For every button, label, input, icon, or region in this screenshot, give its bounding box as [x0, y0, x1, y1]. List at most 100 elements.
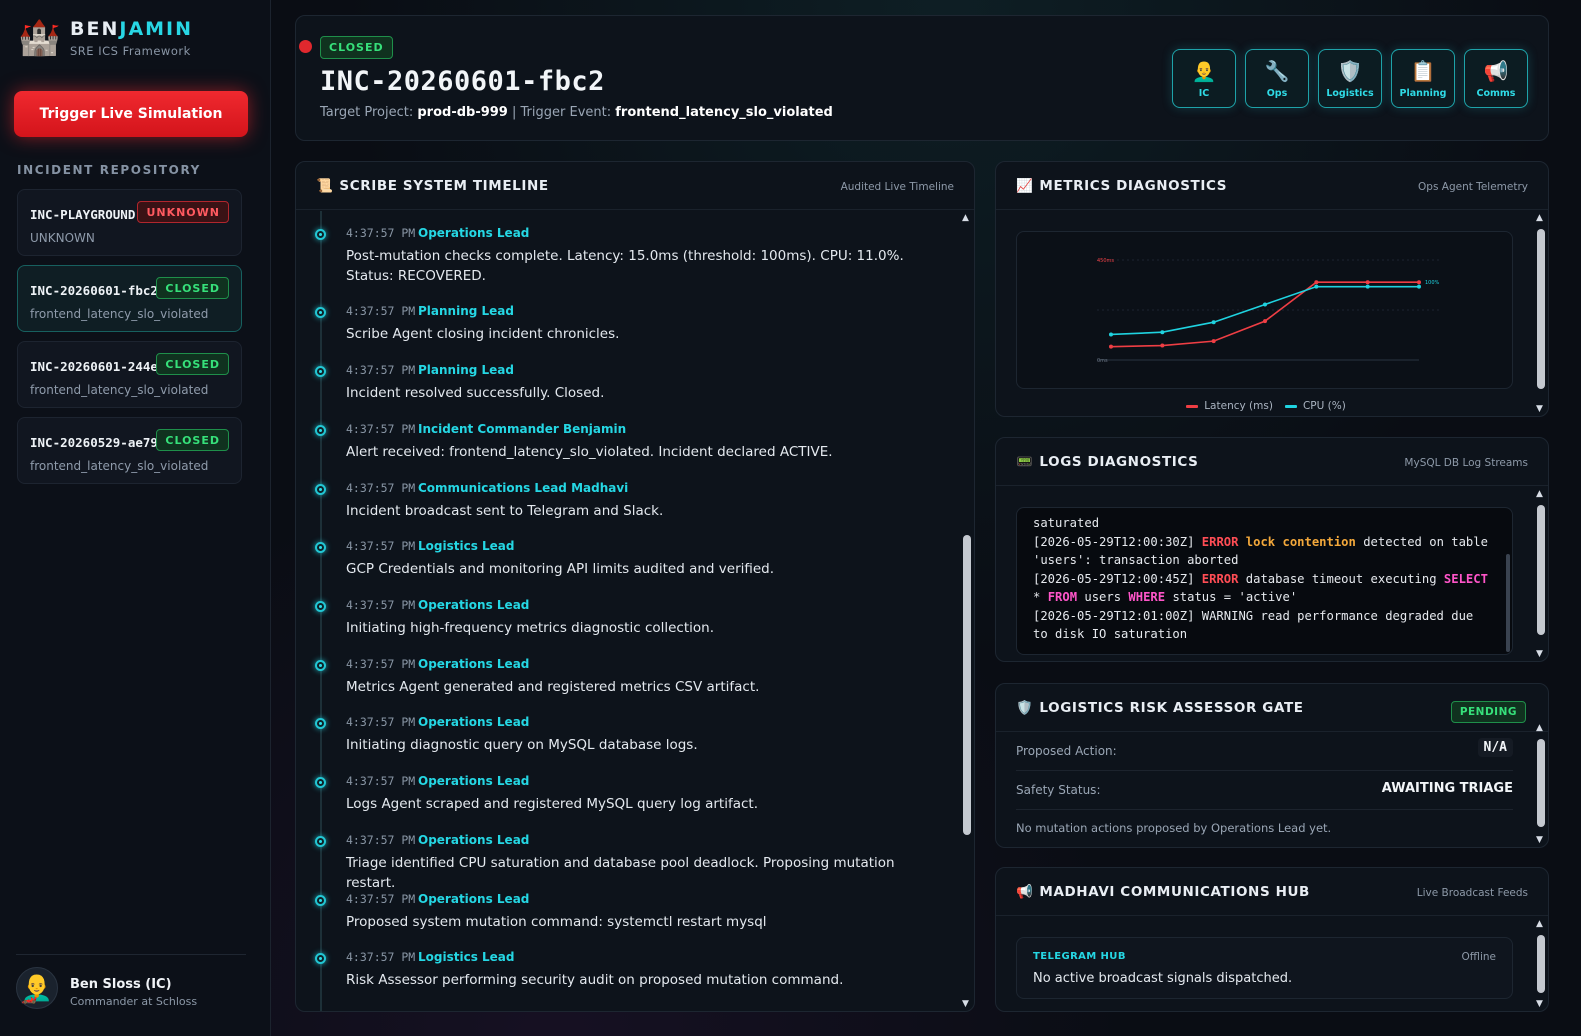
timeline-dot — [315, 777, 326, 788]
user-name: Ben Sloss (IC) — [70, 977, 172, 992]
metrics-panel: 📈 METRICS DIAGNOSTICS Ops Agent Telemetry… — [995, 161, 1549, 417]
proposed-action-value: N/A — [1477, 738, 1513, 757]
comms-scrollbar[interactable]: ▲ ▼ — [1534, 917, 1548, 1011]
scrollbar-thumb[interactable] — [963, 535, 971, 835]
log-stream: saturated [2026-05-29T12:00:30Z] ERROR lo… — [1016, 507, 1513, 655]
entry-actor: Operations Lead — [418, 892, 530, 906]
scroll-down-icon[interactable]: ▼ — [1536, 404, 1543, 414]
safety-status-value: AWAITING TRIAGE — [1381, 781, 1513, 796]
entry-time: 4:37:57 PM — [346, 657, 416, 671]
metrics-scrollbar[interactable]: ▲ ▼ — [1534, 211, 1548, 416]
role-button-ops[interactable]: 🔧 Ops — [1245, 49, 1309, 108]
series-line-1 — [1110, 285, 1419, 336]
entry-time: 4:37:57 PM — [346, 481, 416, 495]
person-icon: 👨‍🦲 — [1191, 58, 1217, 83]
status-badge: CLOSED — [156, 353, 229, 375]
entry-time: 4:37:57 PM — [346, 774, 416, 788]
incident-id: INC-20260601-fbc2 — [30, 283, 158, 298]
data-point — [1263, 319, 1267, 324]
scroll-down-icon[interactable]: ▼ — [962, 999, 969, 1009]
log-line: [2026-05-29T12:00:30Z] ERROR lock conten… — [1033, 534, 1488, 568]
scroll-down-icon[interactable]: ▼ — [1536, 835, 1543, 845]
legend-latency[interactable]: Latency (ms) — [1186, 400, 1273, 412]
scroll-up-icon[interactable]: ▲ — [1536, 919, 1543, 929]
log-scrollbar-thumb[interactable] — [1506, 554, 1510, 652]
timeline-dot — [315, 718, 326, 729]
y-tick-label: 450ms — [1097, 258, 1114, 264]
timeline-dot — [315, 601, 326, 612]
risk-scrollbar[interactable]: ▲ ▼ — [1534, 721, 1548, 847]
wrench-icon: 🔧 — [1264, 58, 1290, 83]
incident-card[interactable]: INC-20260601-244e CLOSED frontend_latenc… — [17, 341, 242, 408]
risk-title: 🛡️ LOGISTICS RISK ASSESSOR GATE — [1016, 700, 1304, 716]
sidebar: 🏰 BENJAMIN SRE ICS Framework Trigger Liv… — [0, 0, 271, 1036]
avatar: 👨‍🦲 🏎️ — [16, 967, 58, 1009]
status-dot — [299, 40, 312, 53]
timeline-dot — [315, 953, 326, 964]
entry-time: 4:37:57 PM — [346, 422, 416, 436]
entry-message: Triage identified CPU saturation and dat… — [346, 855, 895, 891]
legend-cpu[interactable]: CPU (%) — [1284, 400, 1346, 412]
status-badge: CLOSED — [156, 277, 229, 299]
entry-time: 4:37:57 PM — [346, 833, 416, 847]
page-title: INC-20260601-fbc2 — [320, 66, 605, 97]
scrollbar-thumb[interactable] — [1537, 739, 1545, 827]
entry-actor: Incident Commander Benjamin — [418, 422, 627, 436]
entry-actor: Operations Lead — [418, 774, 530, 788]
risk-panel: 🛡️ LOGISTICS RISK ASSESSOR GATE PENDING P… — [995, 683, 1549, 848]
entry-message: Initiating diagnostic query on MySQL dat… — [346, 737, 698, 753]
user-profile[interactable]: 👨‍🦲 🏎️ Ben Sloss (IC) Commander at Schlos… — [16, 954, 246, 1024]
data-point — [1160, 330, 1165, 335]
entry-actor: Logistics Lead — [418, 539, 515, 553]
status-badge: UNKNOWN — [137, 201, 229, 223]
entry-message: Risk Assessor performing security audit … — [346, 972, 844, 988]
entry-actor: Planning Lead — [418, 304, 514, 318]
data-point — [1109, 344, 1113, 349]
pager-icon: 📟 — [1016, 454, 1034, 470]
incident-card[interactable]: INC-20260529-ae79 CLOSED frontend_latenc… — [17, 417, 242, 484]
log-text: saturated [2026-05-29T12:00:30Z] ERROR lo… — [1033, 514, 1493, 644]
incident-subtitle: frontend_latency_slo_violated — [30, 459, 209, 473]
chart-legend: Latency (ms) CPU (%) — [996, 400, 1536, 412]
repository-title: INCIDENT REPOSITORY — [17, 163, 201, 177]
status-badge: PENDING — [1450, 701, 1526, 723]
data-point — [1314, 280, 1319, 285]
entry-time: 4:37:57 PM — [346, 226, 416, 240]
scroll-down-icon[interactable]: ▼ — [1536, 649, 1543, 659]
scroll-up-icon[interactable]: ▲ — [1536, 213, 1543, 223]
scrollbar-thumb[interactable] — [1537, 935, 1545, 993]
timeline-scrollbar[interactable]: ▲ ▼ — [960, 211, 974, 1011]
data-point — [1263, 302, 1267, 307]
comms-note: Live Broadcast Feeds — [1416, 887, 1528, 899]
scroll-up-icon[interactable]: ▲ — [962, 213, 969, 223]
incident-id: INC-PLAYGROUND — [30, 207, 136, 222]
data-point — [1365, 280, 1370, 285]
trigger-simulation-button[interactable]: Trigger Live Simulation — [14, 91, 248, 137]
role-button-logistics[interactable]: 🛡️ Logistics — [1318, 49, 1382, 108]
role-button-comms[interactable]: 📢 Comms — [1464, 49, 1528, 108]
shield-icon: 🛡️ — [1337, 58, 1363, 83]
comms-title: 📢 MADHAVI COMMUNICATIONS HUB — [1016, 884, 1310, 900]
logs-scrollbar[interactable]: ▲ ▼ — [1534, 487, 1548, 661]
right-axis-label: 100% — [1425, 280, 1440, 286]
entry-message: Post-mutation checks complete. Latency: … — [346, 248, 904, 284]
scroll-down-icon[interactable]: ▼ — [1536, 999, 1543, 1009]
entry-actor: Operations Lead — [418, 657, 530, 671]
data-point — [1314, 284, 1319, 289]
scrollbar-thumb[interactable] — [1537, 505, 1545, 635]
incident-card[interactable]: INC-PLAYGROUND UNKNOWN UNKNOWN — [17, 189, 242, 256]
role-button-ic[interactable]: 👨‍🦲 IC — [1172, 49, 1236, 108]
entry-time: 4:37:57 PM — [346, 892, 416, 906]
entry-message: GCP Credentials and monitoring API limit… — [346, 561, 775, 577]
entry-time: 4:37:57 PM — [346, 715, 416, 729]
entry-message: Logs Agent scraped and registered MySQL … — [346, 796, 759, 812]
incident-card[interactable]: INC-20260601-fbc2 CLOSED frontend_latenc… — [17, 265, 242, 332]
scrollbar-thumb[interactable] — [1537, 229, 1545, 389]
scroll-up-icon[interactable]: ▲ — [1536, 723, 1543, 733]
incident-id: INC-20260529-ae79 — [30, 435, 158, 450]
scroll-up-icon[interactable]: ▲ — [1536, 489, 1543, 499]
timeline-dot — [315, 484, 326, 495]
role-button-planning[interactable]: 📋 Planning — [1391, 49, 1455, 108]
status-badge: CLOSED — [320, 36, 393, 59]
log-line: [2026-05-29T12:01:00Z] WARNING read perf… — [1033, 608, 1474, 642]
